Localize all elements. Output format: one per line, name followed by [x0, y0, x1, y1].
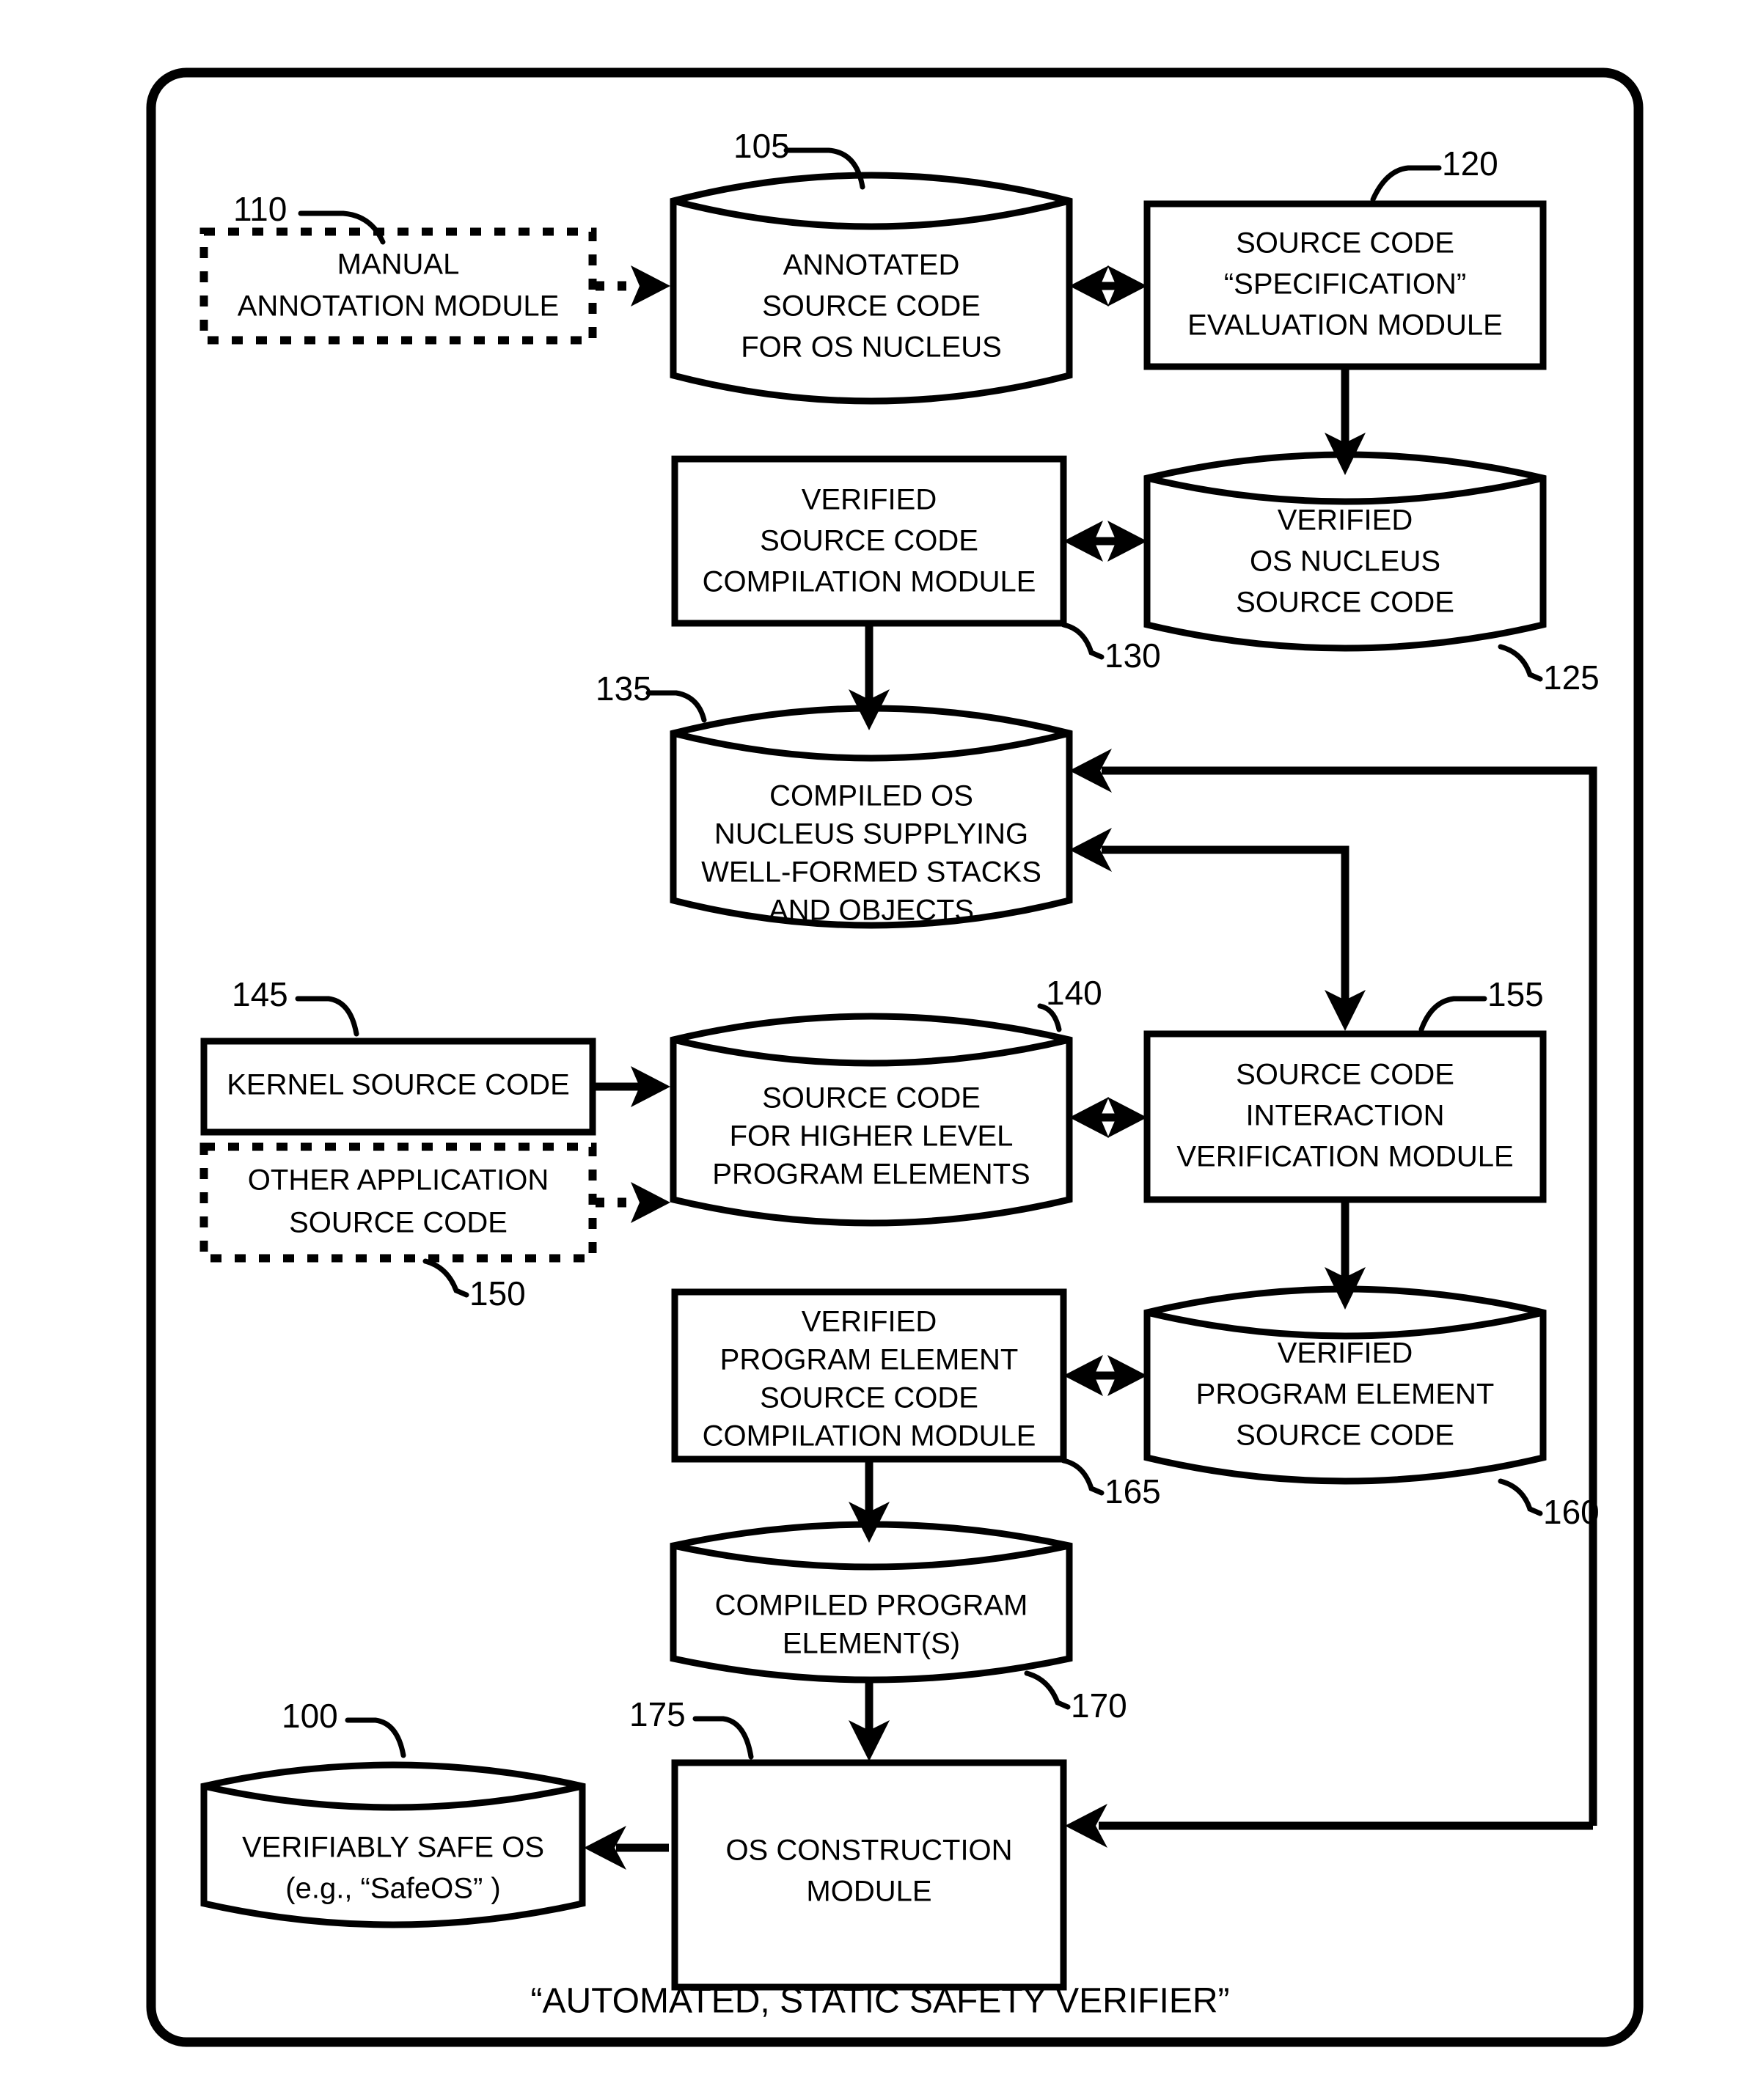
node-kernel-source-code[interactable]: KERNEL SOURCE CODE — [200, 1038, 596, 1136]
ref-label-175: 175 — [629, 1695, 686, 1733]
ref-label-135: 135 — [596, 669, 652, 708]
annotated-source-code-line-1: SOURCE CODE — [762, 290, 981, 323]
other-application-source-code-line-0: OTHER APPLICATION — [248, 1164, 549, 1197]
node-verified-source-code-compilation-module[interactable]: VERIFIED SOURCE CODE COMPILATION MODULE — [671, 455, 1067, 627]
verified-source-code-compilation-module-line-1: SOURCE CODE — [760, 525, 978, 557]
annotated-source-code-line-0: ANNOTATED — [783, 249, 960, 282]
spec-evaluation-module-line-1: “SPECIFICATION” — [1224, 268, 1466, 301]
ref-label-155: 155 — [1487, 975, 1544, 1013]
kernel-source-code-line-0: KERNEL SOURCE CODE — [227, 1069, 570, 1101]
source-code-interaction-verification-module-line-1: INTERACTION — [1245, 1100, 1444, 1132]
ref-label-105: 105 — [733, 127, 790, 165]
compiled-os-nucleus-line-2: WELL-FORMED STACKS — [701, 856, 1041, 889]
verified-program-element-compilation-module-line-3: COMPILATION MODULE — [703, 1420, 1036, 1453]
ref-label-130: 130 — [1105, 636, 1161, 675]
verified-os-nucleus-source-code-line-1: OS NUCLEUS — [1250, 546, 1440, 578]
ref-label-120: 120 — [1442, 144, 1498, 183]
verified-os-nucleus-source-code-line-2: SOURCE CODE — [1236, 587, 1454, 619]
source-code-higher-level-line-2: PROGRAM ELEMENTS — [712, 1159, 1030, 1191]
source-code-interaction-verification-module-line-2: VERIFICATION MODULE — [1176, 1141, 1513, 1173]
os-construction-module-line-0: OS CONSTRUCTION — [725, 1835, 1012, 1867]
node-manual-annotation-module[interactable]: MANUAL ANNOTATION MODULE — [199, 227, 597, 345]
node-annotated-source-code[interactable]: ANNOTATED SOURCE CODE FOR OS NUCLEUS — [670, 172, 1073, 405]
verified-program-element-compilation-module-line-0: VERIFIED — [802, 1306, 937, 1338]
manual-annotation-module-line-0: MANUAL — [337, 249, 460, 281]
compiled-os-nucleus-line-3: AND OBJECTS — [769, 895, 974, 927]
verified-program-element-compilation-module-line-1: PROGRAM ELEMENT — [720, 1344, 1019, 1376]
source-code-interaction-verification-module-line-0: SOURCE CODE — [1236, 1059, 1454, 1091]
verified-program-element-source-code-line-1: PROGRAM ELEMENT — [1196, 1378, 1495, 1411]
ref-label-140: 140 — [1046, 974, 1102, 1012]
diagram-canvas: MANUAL ANNOTATION MODULE 110 ANNOTATED S… — [0, 0, 1758, 2100]
node-compiled-os-nucleus[interactable]: COMPILED OS NUCLEUS SUPPLYING WELL-FORME… — [670, 705, 1073, 929]
patent-figure: MANUAL ANNOTATION MODULE 110 ANNOTATED S… — [0, 0, 1758, 2100]
spec-evaluation-module-line-0: SOURCE CODE — [1236, 227, 1454, 260]
compiled-os-nucleus-shape — [670, 705, 1073, 929]
node-other-application-source-code[interactable]: OTHER APPLICATION SOURCE CODE — [199, 1142, 597, 1263]
verified-source-code-compilation-module-line-0: VERIFIED — [802, 484, 937, 516]
ref-label-150: 150 — [469, 1274, 526, 1312]
spec-evaluation-module-line-2: EVALUATION MODULE — [1187, 309, 1503, 342]
ref-label-100: 100 — [282, 1697, 338, 1735]
annotated-source-code-shape — [670, 172, 1073, 405]
ref-label-170: 170 — [1071, 1686, 1127, 1725]
node-spec-evaluation-module[interactable]: SOURCE CODE “SPECIFICATION” EVALUATION M… — [1143, 200, 1547, 370]
other-application-source-code-line-1: SOURCE CODE — [289, 1207, 508, 1239]
compiled-program-elements-line-0: COMPILED PROGRAM — [715, 1590, 1028, 1622]
ref-label-145: 145 — [232, 975, 288, 1013]
compiled-os-nucleus-line-0: COMPILED OS — [769, 780, 973, 812]
verified-program-element-compilation-module-line-2: SOURCE CODE — [760, 1382, 978, 1414]
node-verified-program-element-compilation-module[interactable]: VERIFIED PROGRAM ELEMENT SOURCE CODE COM… — [671, 1288, 1067, 1463]
compiled-program-elements-line-1: ELEMENT(S) — [783, 1628, 960, 1660]
ref-label-165: 165 — [1105, 1472, 1161, 1510]
verified-program-element-source-code-line-2: SOURCE CODE — [1236, 1420, 1454, 1452]
source-code-higher-level-line-0: SOURCE CODE — [762, 1082, 981, 1115]
compiled-os-nucleus-line-1: NUCLEUS SUPPLYING — [714, 818, 1028, 851]
node-source-code-interaction-verification-module[interactable]: SOURCE CODE INTERACTION VERIFICATION MOD… — [1143, 1030, 1547, 1203]
node-os-construction-module[interactable]: OS CONSTRUCTION MODULE — [671, 1759, 1067, 1991]
verified-program-element-source-code-line-0: VERIFIED — [1278, 1337, 1413, 1370]
manual-annotation-module-line-1: ANNOTATION MODULE — [238, 290, 560, 323]
verified-os-nucleus-source-code-line-0: VERIFIED — [1278, 504, 1413, 537]
ref-label-110: 110 — [233, 190, 287, 228]
node-compiled-program-elements[interactable]: COMPILED PROGRAM ELEMENT(S) — [670, 1521, 1073, 1684]
verifiably-safe-os-line-1: (e.g., “SafeOS” ) — [285, 1873, 500, 1905]
node-source-code-higher-level[interactable]: SOURCE CODE FOR HIGHER LEVEL PROGRAM ELE… — [670, 1013, 1073, 1227]
node-verified-os-nucleus-source-code[interactable]: VERIFIED OS NUCLEUS SOURCE CODE — [1143, 451, 1547, 652]
verifiably-safe-os-line-0: VERIFIABLY SAFE OS — [242, 1832, 544, 1864]
ref-label-125: 125 — [1543, 658, 1600, 697]
os-construction-module-line-1: MODULE — [806, 1876, 931, 1908]
verified-source-code-compilation-module-line-2: COMPILATION MODULE — [703, 566, 1036, 598]
node-verifiably-safe-os[interactable]: VERIFIABLY SAFE OS (e.g., “SafeOS” ) — [200, 1761, 586, 1928]
annotated-source-code-line-2: FOR OS NUCLEUS — [741, 331, 1002, 364]
source-code-higher-level-line-1: FOR HIGHER LEVEL — [730, 1120, 1014, 1153]
node-verified-program-element-source-code[interactable]: VERIFIED PROGRAM ELEMENT SOURCE CODE — [1143, 1285, 1547, 1485]
figure-caption: “AUTOMATED, STATIC SAFETY VERIFIER” — [531, 1982, 1230, 2021]
